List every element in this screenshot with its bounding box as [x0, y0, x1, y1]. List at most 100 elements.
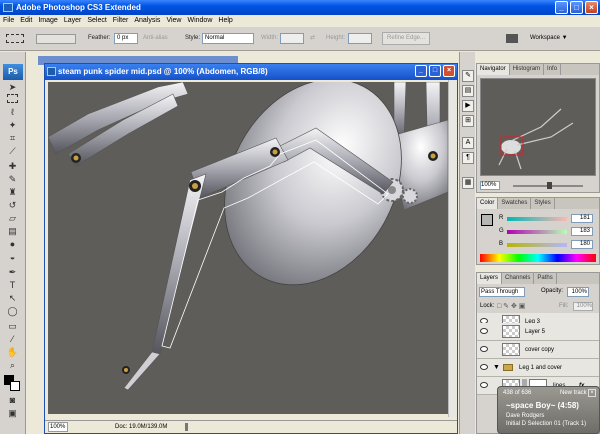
gradient-tool-icon[interactable]: ▤ [6, 226, 19, 237]
tab-info[interactable]: Info [544, 64, 562, 75]
workspace-button[interactable]: Workspace ▼ [530, 32, 568, 45]
history-panel-icon[interactable]: ▤ [462, 85, 474, 97]
crop-tool-icon[interactable]: ⌗ [6, 133, 19, 144]
dodge-tool-icon[interactable]: ◒ [6, 252, 19, 263]
tab-styles[interactable]: Styles [531, 198, 555, 209]
menu-filter[interactable]: Filter [110, 15, 132, 27]
red-value[interactable]: 181 [571, 214, 593, 223]
tab-paths[interactable]: Paths [534, 273, 557, 284]
hand-tool-icon[interactable]: ✋ [6, 347, 19, 358]
layer-row[interactable]: Layer 5 [477, 323, 599, 341]
menu-help[interactable]: Help [215, 15, 235, 27]
color-spectrum-bar[interactable] [480, 254, 596, 262]
actions-panel-icon[interactable]: ▶ [462, 100, 474, 112]
layer-row[interactable]: cover copy [477, 341, 599, 359]
width-input[interactable] [280, 33, 304, 44]
menu-edit[interactable]: Edit [17, 15, 35, 27]
green-value[interactable]: 183 [571, 227, 593, 236]
marquee-tool-preset-icon[interactable] [6, 34, 24, 43]
slice-tool-icon[interactable]: ⟋ [6, 146, 19, 157]
layer-comps-icon[interactable]: ▦ [462, 177, 474, 189]
tab-channels[interactable]: Channels [502, 273, 535, 284]
media-player-notification[interactable]: 438 of 636 New track × ~space Boy~ (4:58… [497, 386, 600, 434]
foreground-color-preview[interactable] [481, 214, 493, 226]
blur-tool-icon[interactable]: ● [6, 239, 19, 250]
height-input[interactable] [348, 33, 372, 44]
navigator-preview[interactable] [480, 78, 596, 176]
path-select-icon[interactable]: ↖ [6, 293, 19, 304]
menu-image[interactable]: Image [35, 15, 60, 27]
quick-mask-icon[interactable]: ◙ [6, 395, 19, 406]
tab-histogram[interactable]: Histogram [510, 64, 545, 75]
menu-view[interactable]: View [163, 15, 184, 27]
antialias-checkbox[interactable]: Anti-alias [143, 32, 168, 45]
menu-select[interactable]: Select [84, 15, 109, 27]
screen-mode-icon[interactable]: ▣ [6, 408, 19, 419]
brush-tool-icon[interactable]: ✎ [6, 174, 19, 185]
menu-bar: File Edit Image Layer Select Filter Anal… [0, 15, 600, 27]
tab-navigator[interactable]: Navigator [477, 64, 510, 75]
paragraph-panel-icon[interactable]: ¶ [462, 152, 474, 164]
history-brush-icon[interactable]: ↺ [6, 200, 19, 211]
opacity-input[interactable]: 100% [567, 287, 589, 297]
healing-brush-icon[interactable]: ✚ [6, 161, 19, 172]
opacity-label: Opacity: [541, 288, 564, 294]
clone-stamp-icon[interactable]: ♜ [6, 187, 19, 198]
pen-tool-icon[interactable]: ✒ [6, 267, 19, 278]
visibility-eye-icon[interactable] [480, 328, 488, 334]
navigator-zoom-input[interactable]: 100% [480, 181, 500, 190]
tab-swatches[interactable]: Swatches [498, 198, 532, 209]
bridge-icon[interactable] [506, 34, 518, 43]
fill-input[interactable]: 100% [573, 302, 593, 311]
group-expand-icon[interactable]: ▼ [493, 359, 500, 377]
zoom-level[interactable]: 100% [48, 422, 68, 432]
magic-wand-icon[interactable]: ✦ [6, 120, 19, 131]
refine-edge-button[interactable]: Refine Edge... [382, 32, 431, 45]
zoom-tool-icon[interactable]: ⌕ [6, 360, 19, 371]
shape-tool-icon[interactable]: ◯ [6, 306, 19, 317]
marquee-tool-icon[interactable] [7, 94, 18, 103]
menu-file[interactable]: File [0, 15, 17, 27]
background-color-swatch[interactable] [10, 381, 20, 391]
selection-mode-icons[interactable] [36, 34, 76, 44]
maximize-button[interactable]: □ [570, 1, 583, 14]
brush-panel-icon[interactable]: ✎ [462, 70, 474, 82]
move-tool-icon[interactable]: ➤ [6, 82, 19, 93]
tab-color[interactable]: Color [477, 198, 499, 209]
menu-analysis[interactable]: Analysis [131, 15, 163, 27]
close-button[interactable]: × [585, 1, 598, 14]
style-select[interactable]: Normal [202, 33, 254, 44]
layer-group-row[interactable]: ▼ Leg 1 and cover [477, 359, 599, 377]
eyedropper-icon[interactable]: ⁄ [6, 334, 19, 345]
menu-window[interactable]: Window [184, 15, 215, 27]
character-panel-icon[interactable]: A [462, 137, 474, 149]
notes-tool-icon[interactable]: ▭ [6, 321, 19, 332]
doc-minimize-button[interactable]: _ [415, 65, 427, 77]
blue-value[interactable]: 180 [571, 240, 593, 249]
menu-layer[interactable]: Layer [61, 15, 85, 27]
red-slider[interactable] [507, 217, 567, 221]
doc-close-button[interactable]: × [443, 65, 455, 77]
eraser-tool-icon[interactable]: ▱ [6, 213, 19, 224]
blend-mode-select[interactable]: Pass Through [479, 287, 525, 297]
visibility-eye-icon[interactable] [480, 364, 488, 370]
blue-slider[interactable] [507, 243, 567, 247]
canvas-artwork[interactable] [48, 82, 448, 414]
vertical-scrollbar[interactable] [448, 80, 457, 417]
lasso-tool-icon[interactable]: ℓ [6, 107, 19, 118]
type-tool-icon[interactable]: T [6, 280, 19, 291]
green-slider[interactable] [507, 230, 567, 234]
minimize-button[interactable]: _ [555, 1, 568, 14]
status-arrow-icon[interactable] [185, 423, 193, 431]
doc-maximize-button[interactable]: □ [429, 65, 441, 77]
lock-icons[interactable]: □ ✎ ✥ ▣ [497, 302, 525, 310]
navigator-slider-handle[interactable] [547, 182, 552, 189]
tab-layers[interactable]: Layers [477, 273, 503, 284]
notification-close-icon[interactable]: × [588, 389, 596, 397]
feather-input[interactable]: 0 px [114, 33, 138, 44]
visibility-eye-icon[interactable] [480, 346, 488, 352]
swap-icon[interactable]: ⇄ [310, 32, 315, 45]
visibility-eye-icon[interactable] [480, 382, 488, 388]
folder-icon [503, 364, 513, 371]
tool-presets-icon[interactable]: ⊞ [462, 115, 474, 127]
